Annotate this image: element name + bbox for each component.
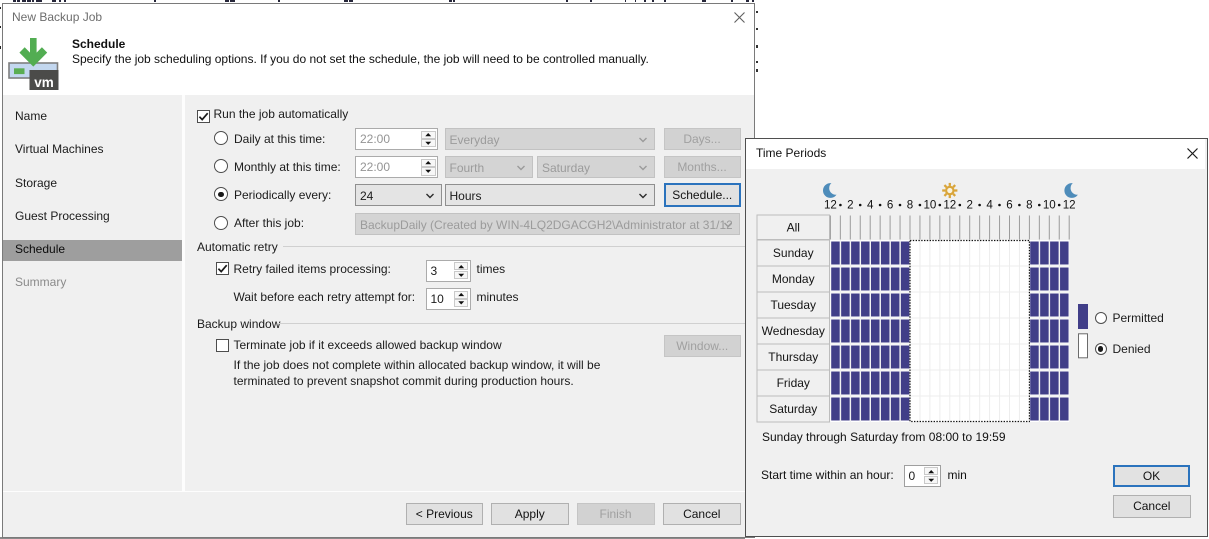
svg-text:6: 6 [887, 199, 893, 212]
svg-text:6: 6 [1006, 199, 1012, 212]
svg-text:10: 10 [923, 199, 936, 212]
svg-text:2: 2 [847, 199, 853, 212]
svg-text:4: 4 [867, 199, 874, 212]
svg-text:4: 4 [986, 199, 993, 212]
svg-text:Friday: Friday [777, 376, 810, 390]
svg-text:Monday: Monday [772, 272, 815, 286]
svg-text:Wednesday: Wednesday [762, 324, 825, 338]
svg-text:12: 12 [943, 199, 956, 212]
svg-text:10: 10 [1043, 199, 1056, 212]
svg-text:12: 12 [1063, 199, 1076, 212]
svg-text:Tuesday: Tuesday [770, 298, 816, 312]
svg-text:12: 12 [824, 199, 837, 212]
svg-text:Sunday: Sunday [773, 246, 814, 260]
svg-text:8: 8 [907, 199, 913, 212]
svg-text:2: 2 [966, 199, 972, 212]
svg-text:8: 8 [1026, 199, 1032, 212]
svg-text:Saturday: Saturday [769, 402, 817, 416]
svg-text:Thursday: Thursday [768, 350, 818, 364]
svg-text:All: All [787, 220, 800, 234]
